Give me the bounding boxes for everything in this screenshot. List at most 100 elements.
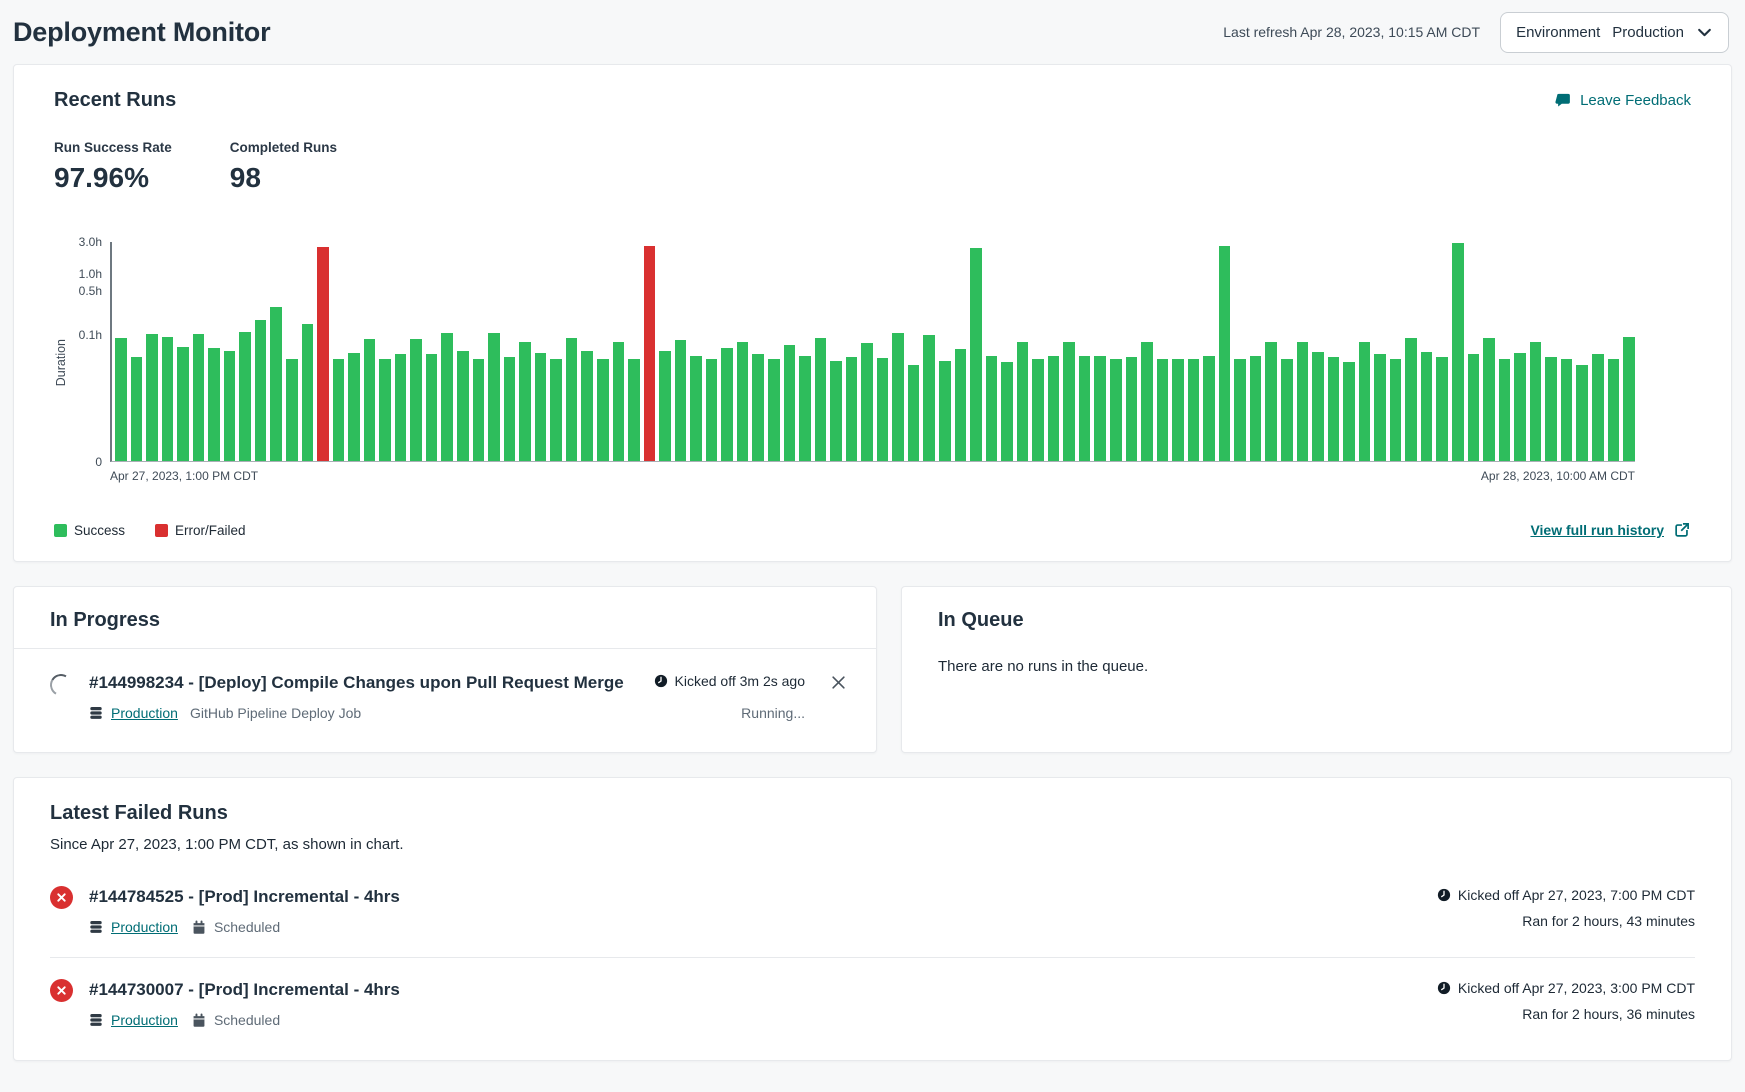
run-bar-success[interactable]	[877, 358, 889, 461]
run-bar-success[interactable]	[1203, 356, 1215, 461]
run-bar-success[interactable]	[675, 340, 687, 461]
run-bar-success[interactable]	[1405, 338, 1417, 461]
run-bar-success[interactable]	[1530, 342, 1542, 461]
run-bar-success[interactable]	[208, 348, 220, 461]
run-bar-success[interactable]	[193, 334, 205, 461]
run-bar-success[interactable]	[1017, 342, 1029, 461]
run-bar-success[interactable]	[908, 365, 920, 462]
run-bar-success[interactable]	[426, 354, 438, 461]
run-bar-success[interactable]	[270, 307, 282, 461]
run-bar-success[interactable]	[1623, 337, 1635, 462]
run-bar-success[interactable]	[1219, 246, 1231, 461]
run-bar-success[interactable]	[737, 342, 749, 461]
run-bar-success[interactable]	[566, 338, 578, 461]
run-bar-success[interactable]	[1514, 353, 1526, 461]
run-bar-success[interactable]	[721, 348, 733, 461]
run-bar-success[interactable]	[923, 335, 935, 461]
run-bar-success[interactable]	[1079, 356, 1091, 461]
run-bar-success[interactable]	[1312, 352, 1324, 461]
run-bar-success[interactable]	[799, 356, 811, 461]
run-bar-success[interactable]	[239, 332, 251, 461]
run-bar-success[interactable]	[302, 324, 314, 461]
run-bar-success[interactable]	[690, 356, 702, 461]
run-bar-success[interactable]	[861, 343, 873, 461]
view-history-link[interactable]: View full run history	[1530, 521, 1691, 539]
run-bar-success[interactable]	[1094, 356, 1106, 461]
run-bar-success[interactable]	[535, 353, 547, 461]
run-bar-success[interactable]	[1468, 354, 1480, 461]
run-bar-failed[interactable]	[644, 246, 656, 462]
run-bar-success[interactable]	[364, 339, 376, 461]
run-bar-success[interactable]	[1063, 342, 1075, 461]
run-bar-success[interactable]	[395, 354, 407, 461]
run-bar-success[interactable]	[970, 248, 982, 461]
run-bar-success[interactable]	[1390, 359, 1402, 461]
run-bar-success[interactable]	[177, 347, 189, 461]
run-bar-success[interactable]	[1421, 352, 1433, 461]
run-bar-success[interactable]	[1576, 365, 1588, 462]
run-bar-success[interactable]	[613, 342, 625, 461]
run-bar-success[interactable]	[1172, 359, 1184, 461]
run-bar-success[interactable]	[457, 351, 469, 462]
run-bar-success[interactable]	[550, 359, 562, 461]
run-bar-success[interactable]	[162, 337, 174, 462]
run-bar-success[interactable]	[1032, 359, 1044, 461]
run-bar-success[interactable]	[1452, 243, 1464, 461]
run-bar-success[interactable]	[1608, 359, 1620, 461]
run-bar-success[interactable]	[1374, 354, 1386, 461]
run-bar-success[interactable]	[846, 357, 858, 461]
run-bar-success[interactable]	[1281, 359, 1293, 461]
run-bar-success[interactable]	[830, 361, 842, 461]
run-bar-success[interactable]	[1545, 357, 1557, 461]
run-bar-success[interactable]	[768, 359, 780, 461]
run-bar-success[interactable]	[815, 338, 827, 461]
run-bar-success[interactable]	[1265, 342, 1277, 461]
run-bar-failed[interactable]	[317, 247, 329, 461]
run-bar-success[interactable]	[706, 359, 718, 461]
run-bar-success[interactable]	[504, 357, 516, 461]
run-bar-success[interactable]	[659, 351, 671, 462]
run-bar-success[interactable]	[986, 356, 998, 461]
run-bar-success[interactable]	[581, 351, 593, 462]
run-bar-success[interactable]	[473, 359, 485, 461]
run-bar-success[interactable]	[1359, 342, 1371, 461]
run-bar-success[interactable]	[519, 342, 531, 461]
run-bar-success[interactable]	[1110, 359, 1122, 461]
environment-dropdown[interactable]: Environment Production	[1500, 12, 1729, 53]
run-bar-success[interactable]	[1250, 356, 1262, 461]
run-bar-success[interactable]	[1001, 362, 1013, 461]
environment-link[interactable]: Production	[111, 1012, 178, 1028]
run-bar-success[interactable]	[1561, 359, 1573, 461]
close-icon[interactable]	[829, 673, 848, 692]
run-bar-success[interactable]	[410, 339, 422, 461]
run-bar-success[interactable]	[628, 359, 640, 461]
run-bar-success[interactable]	[146, 334, 158, 461]
run-bar-success[interactable]	[224, 351, 236, 462]
run-bar-success[interactable]	[1592, 354, 1604, 461]
environment-link[interactable]: Production	[111, 919, 178, 935]
run-bar-success[interactable]	[1343, 362, 1355, 461]
run-bar-success[interactable]	[333, 359, 345, 461]
run-bar-success[interactable]	[115, 338, 127, 461]
run-bar-success[interactable]	[488, 333, 500, 461]
run-bar-success[interactable]	[597, 359, 609, 461]
run-bar-success[interactable]	[1499, 359, 1511, 461]
run-bar-success[interactable]	[892, 333, 904, 461]
run-bar-success[interactable]	[752, 354, 764, 461]
run-bar-success[interactable]	[1483, 338, 1495, 461]
run-bar-success[interactable]	[441, 333, 453, 461]
run-bar-success[interactable]	[1328, 357, 1340, 461]
run-bar-success[interactable]	[131, 357, 143, 461]
run-bar-success[interactable]	[1234, 359, 1246, 461]
run-bar-success[interactable]	[955, 349, 967, 461]
run-bar-success[interactable]	[348, 353, 360, 461]
run-bar-success[interactable]	[1048, 356, 1060, 461]
run-bar-success[interactable]	[286, 359, 298, 461]
run-bar-success[interactable]	[1188, 359, 1200, 461]
run-bar-success[interactable]	[1141, 342, 1153, 461]
run-bar-success[interactable]	[1297, 342, 1309, 461]
run-bar-success[interactable]	[255, 320, 267, 461]
environment-link[interactable]: Production	[111, 705, 178, 721]
run-bar-success[interactable]	[1436, 357, 1448, 461]
run-bar-success[interactable]	[379, 359, 391, 461]
